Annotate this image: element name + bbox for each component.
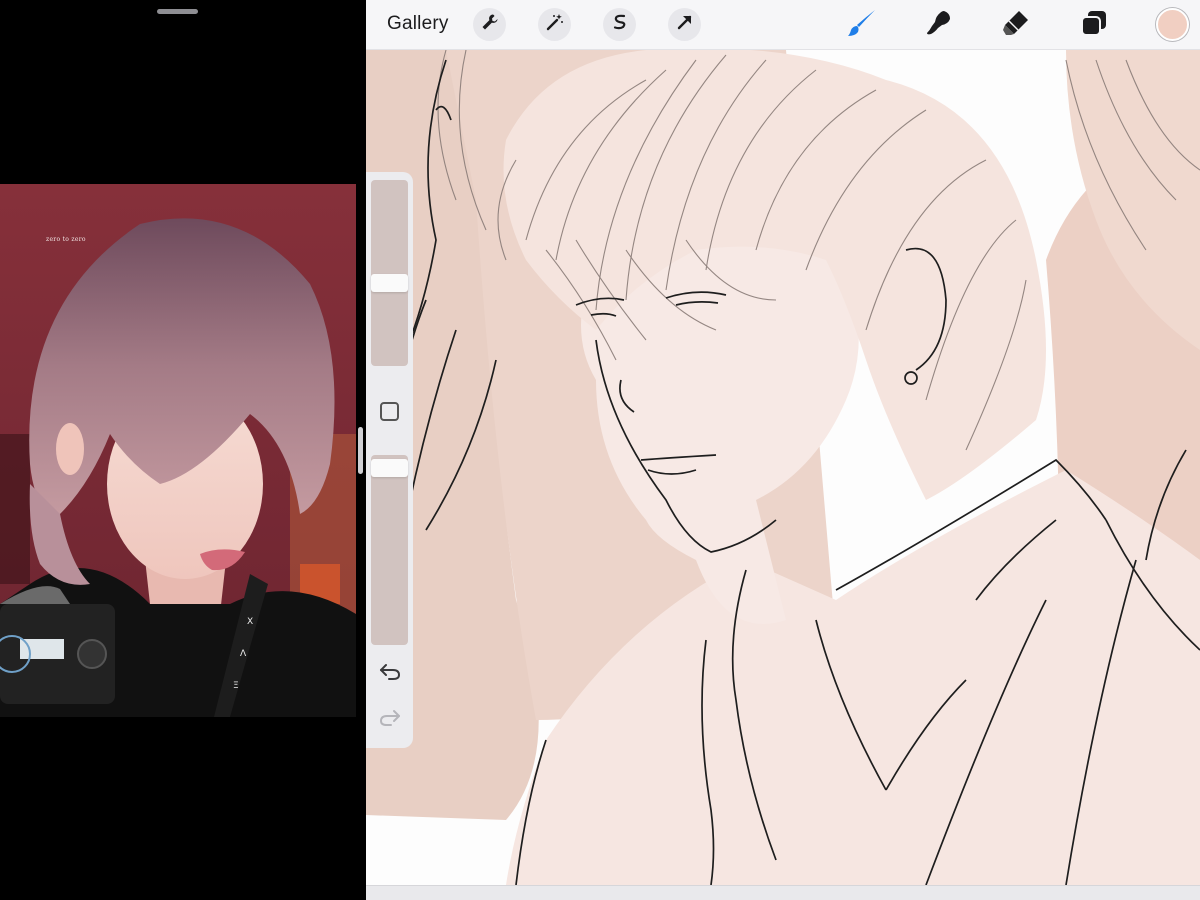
redo-button[interactable]: [378, 708, 402, 732]
procreate-toolbar: Gallery: [366, 0, 1200, 50]
layers-button[interactable]: [1078, 9, 1110, 41]
multitasking-grabber[interactable]: [157, 9, 198, 14]
selection-s-icon: [611, 13, 629, 36]
split-view-reference-pane: X Λ Ξ zero to zero: [0, 0, 366, 900]
color-picker-swatch[interactable]: [1156, 8, 1189, 41]
canvas-bottom-edge: [366, 885, 1200, 900]
adjustments-button[interactable]: [538, 8, 571, 41]
brush-opacity-thumb[interactable]: [371, 459, 408, 477]
svg-text:Λ: Λ: [240, 649, 247, 659]
svg-text:X: X: [247, 617, 253, 627]
undo-button[interactable]: [378, 662, 402, 686]
wrench-icon: [481, 13, 499, 36]
modify-button[interactable]: [380, 402, 399, 421]
procreate-canvas-pane: Gallery: [366, 0, 1200, 900]
redo-arrow-icon: [379, 709, 401, 732]
brush-opacity-slider[interactable]: [371, 455, 408, 645]
reference-watermark-text: zero to zero: [46, 236, 86, 243]
actions-button[interactable]: [473, 8, 506, 41]
gallery-button[interactable]: Gallery: [387, 13, 449, 35]
brush-sidebar: [366, 172, 413, 748]
selection-button[interactable]: [603, 8, 636, 41]
eraser-tool-button[interactable]: [1000, 9, 1032, 41]
eraser-icon: [1001, 8, 1031, 43]
smudge-icon: [924, 8, 954, 43]
transform-arrow-icon: [676, 13, 694, 36]
svg-text:Ξ: Ξ: [233, 681, 239, 691]
smudge-tool-button[interactable]: [923, 9, 955, 41]
drawing-canvas[interactable]: [366, 0, 1200, 900]
reference-photo: X Λ Ξ: [0, 184, 356, 717]
transform-button[interactable]: [668, 8, 701, 41]
undo-arrow-icon: [379, 663, 401, 686]
split-view-divider-handle[interactable]: [358, 427, 363, 474]
magic-wand-icon: [546, 13, 564, 36]
brush-icon: [847, 8, 877, 43]
brush-tool-button[interactable]: [846, 9, 878, 41]
brush-size-thumb[interactable]: [371, 274, 408, 292]
brush-size-slider[interactable]: [371, 180, 408, 366]
layers-icon: [1080, 9, 1108, 42]
